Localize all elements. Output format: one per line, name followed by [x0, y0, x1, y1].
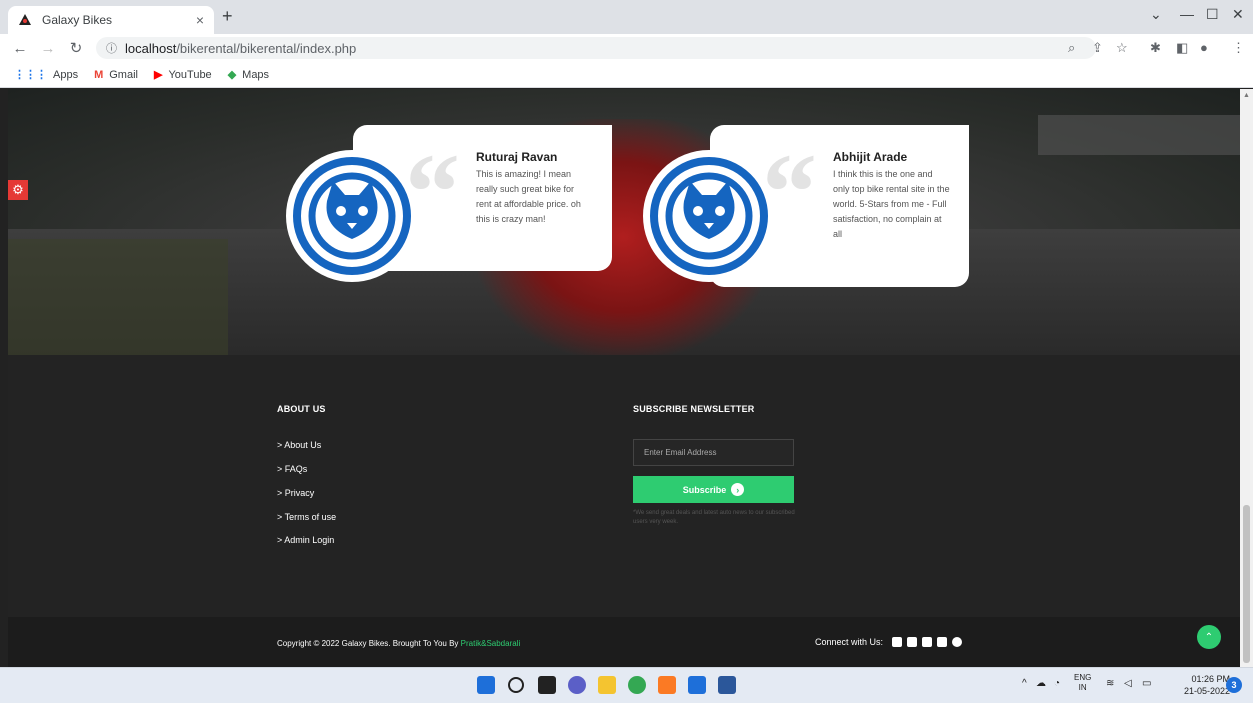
hero-grass-bg	[8, 239, 228, 355]
volume-icon[interactable]: ◁	[1124, 678, 1132, 689]
footer-link-about-us[interactable]: > About Us	[277, 440, 321, 450]
tab-search-chevron-icon[interactable]: ⌄	[1150, 6, 1162, 23]
testimonial-name: Ruturaj Ravan	[476, 150, 558, 164]
onedrive-icon[interactable]: ☁	[1036, 678, 1046, 689]
maps-icon: ◆	[227, 69, 237, 81]
cat-logo-avatar-icon	[650, 157, 768, 275]
subscribe-button[interactable]: Subscribe ›	[633, 476, 794, 503]
scrollbar-thumb[interactable]	[1243, 505, 1250, 663]
bookmark-star-icon[interactable]: ☆	[1116, 40, 1128, 56]
language-indicator[interactable]: ENG IN	[1074, 673, 1091, 693]
web-page: ⚙ “ Ruturaj Ravan This is amazing! I mea…	[8, 89, 1240, 667]
site-info-icon[interactable]: ⓘ	[106, 40, 117, 56]
profile-avatar-icon[interactable]: ●	[1200, 40, 1208, 55]
copyright-text: Copyright © 2022 Galaxy Bikes. Brought T…	[277, 639, 521, 648]
browser-tab[interactable]: Galaxy Bikes ×	[8, 6, 214, 34]
windows-start-icon[interactable]	[477, 676, 495, 694]
new-tab-button[interactable]: +	[222, 6, 233, 27]
close-tab-icon[interactable]: ×	[196, 12, 204, 28]
url-host: localhost	[125, 40, 177, 56]
footer-link-admin-login[interactable]: > Admin Login	[277, 535, 334, 545]
store-icon[interactable]	[688, 676, 706, 694]
zoom-icon[interactable]: ⌕	[1068, 40, 1075, 56]
bookmark-apps[interactable]: ⋮⋮⋮ Apps	[14, 68, 78, 82]
newsletter-email-input[interactable]	[633, 439, 794, 466]
testimonial-text: This is amazing! I mean really such grea…	[476, 169, 581, 224]
gmail-icon: M	[94, 68, 104, 81]
chrome-icon[interactable]	[628, 676, 646, 694]
maximize-button[interactable]: ☐	[1206, 6, 1219, 23]
linkedin-icon[interactable]	[922, 637, 933, 647]
share-icon[interactable]: ⇪	[1092, 40, 1103, 56]
author-link[interactable]: Pratik&Sabdarali	[461, 639, 521, 648]
connect-with-us: Connect with Us:	[815, 637, 963, 647]
file-explorer-icon[interactable]	[598, 676, 616, 694]
bookmark-gmail[interactable]: M Gmail	[94, 69, 138, 81]
galaxy-bikes-favicon-icon	[18, 13, 32, 27]
bookmarks-bar: ⋮⋮⋮ Apps M Gmail ▶ YouTube ◆ Maps	[0, 62, 1253, 88]
url-path: /bikerental/bikerental/index.php	[176, 40, 357, 56]
newsletter-heading: SUBSCRIBE NEWSLETTER	[633, 404, 755, 414]
site-footer: ABOUT US > About Us > FAQs > Privacy > T…	[8, 355, 1240, 617]
notification-badge[interactable]: 3	[1226, 677, 1242, 693]
scroll-up-icon[interactable]: ▲	[1243, 92, 1250, 99]
xampp-icon[interactable]	[658, 676, 676, 694]
bookmark-maps[interactable]: ◆ Maps	[227, 68, 269, 82]
footer-link-terms[interactable]: > Terms of use	[277, 512, 336, 522]
arrow-right-icon: ›	[731, 483, 745, 496]
footer-link-faqs[interactable]: > FAQs	[277, 464, 307, 474]
testimonial-name: Abhijit Arade	[833, 150, 908, 164]
subscribe-label: Subscribe	[682, 484, 727, 495]
extensions-puzzle-icon[interactable]: ✱	[1150, 40, 1161, 56]
minimize-button[interactable]: —	[1180, 6, 1194, 22]
youtube-icon: ▶	[153, 69, 163, 81]
back-arrow-icon[interactable]: ←	[12, 40, 28, 57]
tab-title: Galaxy Bikes	[42, 13, 113, 27]
facebook-icon[interactable]	[892, 637, 903, 647]
tray-overflow-chevron-icon[interactable]: ^	[1022, 678, 1027, 689]
avatar	[286, 150, 418, 282]
task-view-icon[interactable]	[538, 676, 556, 694]
cat-logo-avatar-icon	[293, 157, 411, 275]
kebab-menu-icon[interactable]: ⋮	[1232, 40, 1245, 56]
app-tray-icon[interactable]: ◔	[1054, 678, 1060, 689]
testimonial-text: I think this is the one and only top bik…	[833, 169, 950, 239]
side-panel-icon[interactable]: ◧	[1176, 40, 1188, 56]
footer-link-privacy[interactable]: > Privacy	[277, 488, 314, 498]
google-plus-icon[interactable]	[937, 637, 948, 647]
browser-toolbar: ← → ↻ ⓘ localhost/bikerental/bikerental/…	[0, 34, 1253, 62]
hero-stand-bg	[1038, 115, 1240, 155]
windows-taskbar: ^ ☁ ◔ ENG IN ≋ ◁ ▭ 01:26 PM 21-05-2022 3	[0, 667, 1253, 703]
newsletter-note: *We send great deals and latest auto new…	[633, 510, 795, 525]
battery-icon[interactable]: ▭	[1142, 678, 1151, 689]
footer-bottom-bar: Copyright © 2022 Galaxy Bikes. Brought T…	[8, 617, 1240, 667]
teams-chat-icon[interactable]	[568, 676, 586, 694]
word-icon[interactable]	[718, 676, 736, 694]
back-to-top-button[interactable]: ⌃	[1197, 625, 1221, 649]
forward-arrow-icon[interactable]: →	[40, 40, 56, 57]
settings-gear-icon[interactable]: ⚙	[8, 180, 28, 200]
system-clock[interactable]: 01:26 PM 21-05-2022	[1184, 673, 1230, 697]
instagram-icon[interactable]	[952, 637, 963, 647]
reload-icon[interactable]: ↻	[68, 39, 84, 57]
twitter-icon[interactable]	[907, 637, 918, 647]
address-bar[interactable]: ⓘ localhost/bikerental/bikerental/index.…	[96, 37, 1096, 59]
about-us-heading: ABOUT US	[277, 404, 326, 414]
search-icon[interactable]	[508, 677, 524, 693]
wifi-icon[interactable]: ≋	[1106, 678, 1114, 689]
close-window-button[interactable]: ✕	[1232, 6, 1244, 23]
testimonials-hero	[8, 89, 1240, 355]
apps-grid-icon: ⋮⋮⋮	[14, 69, 47, 81]
page-scrollbar[interactable]: ▲	[1240, 89, 1253, 667]
browser-tab-strip: Galaxy Bikes × + ⌄ — ☐ ✕	[0, 0, 1253, 34]
avatar	[643, 150, 775, 282]
bookmark-youtube[interactable]: ▶ YouTube	[153, 68, 212, 82]
